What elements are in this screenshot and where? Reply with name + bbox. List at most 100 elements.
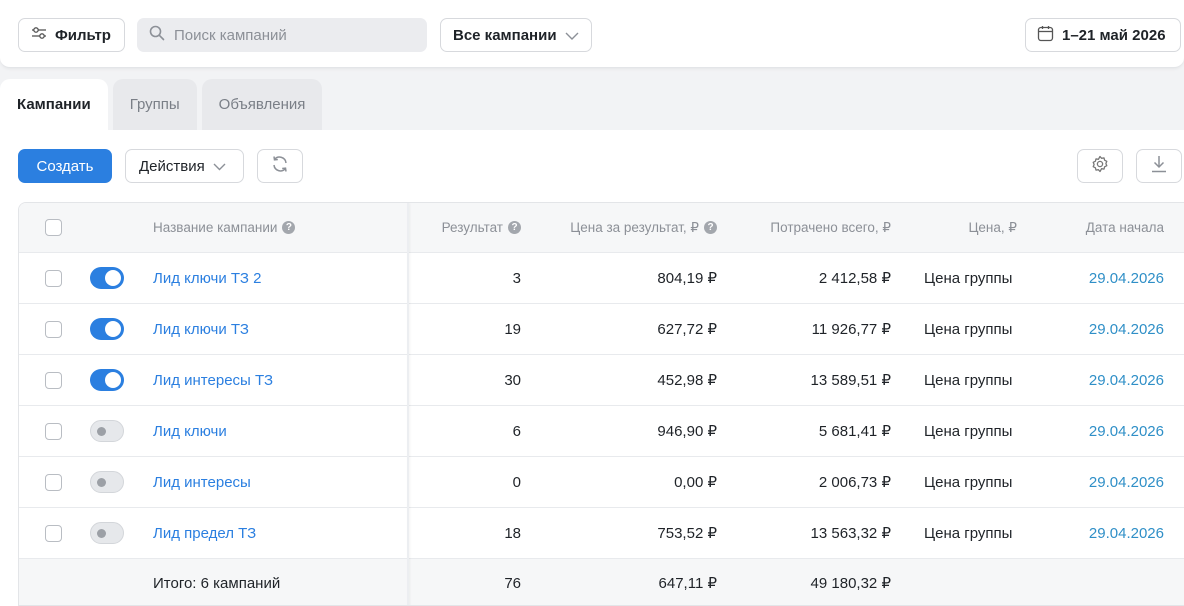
- create-button[interactable]: Создать: [18, 149, 112, 183]
- start-date-link[interactable]: 29.04.2026: [1089, 423, 1164, 440]
- column-header-price[interactable]: Цена, ₽: [899, 203, 1017, 252]
- result-value: 19: [504, 320, 521, 338]
- tab-ads[interactable]: Объявления: [201, 79, 323, 130]
- search-icon: [149, 25, 165, 45]
- help-icon[interactable]: ?: [282, 221, 296, 234]
- row-checkbox[interactable]: [45, 474, 62, 491]
- price-value: Цена группы: [924, 320, 1013, 338]
- spent-value: 5 681,41 ₽: [818, 423, 891, 440]
- campaign-select-label: Все кампании: [453, 26, 557, 44]
- actions-dropdown[interactable]: Действия: [125, 149, 244, 183]
- campaign-select[interactable]: Все кампании: [440, 18, 592, 52]
- table-row: Лид интересы ТЗ 30 452,98 ₽ 13 589,51 ₽ …: [19, 355, 1184, 406]
- table-row: Лид интересы 0 0,00 ₽ 2 006,73 ₽ Цена гр…: [19, 457, 1184, 508]
- price-per-result-value: 627,72 ₽: [657, 321, 717, 338]
- download-button[interactable]: [1136, 149, 1182, 183]
- date-range-label: 1–21 май 2026: [1062, 26, 1166, 44]
- date-range-picker[interactable]: 1–21 май 2026: [1025, 18, 1181, 52]
- start-date-link[interactable]: 29.04.2026: [1089, 474, 1164, 491]
- help-icon[interactable]: ?: [508, 221, 521, 234]
- price-value: Цена группы: [924, 422, 1013, 440]
- campaign-name-link[interactable]: Лид ключи ТЗ 2: [153, 270, 261, 287]
- sliders-icon: [31, 26, 47, 44]
- column-header-result[interactable]: Результат?: [409, 203, 521, 252]
- column-header-start-date[interactable]: Дата начала: [1029, 203, 1164, 252]
- campaign-toggle[interactable]: [90, 471, 124, 493]
- result-value: 18: [504, 524, 521, 542]
- table-total-row: Итого: 6 кампаний 76 647,11 ₽ 49 180,32 …: [19, 559, 1184, 605]
- table-row: Лид ключи ТЗ 19 627,72 ₽ 11 926,77 ₽ Цен…: [19, 304, 1184, 355]
- campaign-toggle[interactable]: [90, 420, 124, 442]
- price-value: Цена группы: [924, 371, 1013, 389]
- campaign-name-link[interactable]: Лид интересы: [153, 474, 251, 491]
- filter-button[interactable]: Фильтр: [18, 18, 125, 52]
- price-per-result-value: 804,19 ₽: [657, 270, 717, 287]
- price-value: Цена группы: [924, 473, 1013, 491]
- campaign-toggle[interactable]: [90, 522, 124, 544]
- row-checkbox[interactable]: [45, 372, 62, 389]
- total-price-per-result: 647,11 ₽: [658, 575, 717, 592]
- row-checkbox[interactable]: [45, 423, 62, 440]
- search-input[interactable]: [174, 26, 414, 44]
- filter-label: Фильтр: [55, 26, 111, 44]
- campaigns-table: Название кампании? Результат? Цена за ре…: [18, 202, 1184, 606]
- calendar-icon: [1037, 25, 1054, 46]
- table-row: Лид ключи ТЗ 2 3 804,19 ₽ 2 412,58 ₽ Цен…: [19, 253, 1184, 304]
- price-value: Цена группы: [924, 524, 1013, 542]
- column-header-name[interactable]: Название кампании?: [153, 203, 393, 252]
- total-result: 76: [504, 574, 521, 592]
- actions-label: Действия: [139, 157, 205, 175]
- refresh-icon: [270, 154, 290, 178]
- row-checkbox[interactable]: [45, 525, 62, 542]
- chevron-down-icon: [565, 27, 579, 44]
- table-row: Лид ключи 6 946,90 ₽ 5 681,41 ₽ Цена гру…: [19, 406, 1184, 457]
- start-date-link[interactable]: 29.04.2026: [1089, 372, 1164, 389]
- download-icon: [1150, 154, 1168, 178]
- spent-value: 2 006,73 ₽: [818, 474, 891, 491]
- spent-value: 13 563,32 ₽: [810, 525, 891, 542]
- column-header-price-per-result[interactable]: Цена за результат, ₽?: [529, 203, 717, 252]
- frozen-column-divider: [407, 203, 409, 605]
- table-header: Название кампании? Результат? Цена за ре…: [19, 203, 1184, 253]
- campaign-toggle[interactable]: [90, 318, 124, 340]
- help-icon[interactable]: ?: [704, 221, 717, 234]
- table-settings-button[interactable]: [1077, 149, 1123, 183]
- tab-campaigns[interactable]: Кампании: [0, 79, 108, 130]
- spent-value: 13 589,51 ₽: [810, 372, 891, 389]
- total-spent: 49 180,32 ₽: [810, 575, 891, 592]
- campaign-name-link[interactable]: Лид интересы ТЗ: [153, 372, 273, 389]
- result-value: 6: [512, 422, 521, 440]
- result-value: 30: [504, 371, 521, 389]
- result-value: 0: [512, 473, 521, 491]
- start-date-link[interactable]: 29.04.2026: [1089, 525, 1164, 542]
- start-date-link[interactable]: 29.04.2026: [1089, 321, 1164, 338]
- tab-bar: Кампании Группы Объявления: [0, 79, 323, 130]
- campaign-name-link[interactable]: Лид ключи ТЗ: [153, 321, 249, 338]
- column-header-spent[interactable]: Потрачено всего, ₽: [719, 203, 891, 252]
- start-date-link[interactable]: 29.04.2026: [1089, 270, 1164, 287]
- price-per-result-value: 452,98 ₽: [657, 372, 717, 389]
- tab-groups[interactable]: Группы: [112, 79, 197, 130]
- campaigns-panel: Создать Действия Название кампании ? Рез…: [0, 130, 1184, 606]
- campaign-name-link[interactable]: Лид ключи: [153, 423, 227, 440]
- row-checkbox[interactable]: [45, 270, 62, 287]
- result-value: 3: [512, 269, 521, 287]
- row-checkbox[interactable]: [45, 321, 62, 338]
- search-box[interactable]: [137, 18, 427, 52]
- campaign-name-link[interactable]: Лид предел ТЗ: [153, 525, 256, 542]
- total-label: Итого: 6 кампаний: [153, 574, 281, 592]
- price-per-result-value: 0,00 ₽: [674, 474, 717, 491]
- price-per-result-value: 753,52 ₽: [657, 525, 717, 542]
- refresh-button[interactable]: [257, 149, 303, 183]
- chevron-down-icon: [213, 158, 226, 175]
- gear-icon: [1090, 154, 1110, 178]
- price-value: Цена группы: [924, 269, 1013, 287]
- spent-value: 2 412,58 ₽: [818, 270, 891, 287]
- table-row: Лид предел ТЗ 18 753,52 ₽ 13 563,32 ₽ Це…: [19, 508, 1184, 559]
- campaign-toggle[interactable]: [90, 267, 124, 289]
- spent-value: 11 926,77 ₽: [811, 321, 891, 338]
- select-all-checkbox[interactable]: [45, 219, 62, 236]
- price-per-result-value: 946,90 ₽: [657, 423, 717, 440]
- campaign-toggle[interactable]: [90, 369, 124, 391]
- filter-bar: Фильтр Все кампании 1–21 май 2026: [0, 0, 1184, 68]
